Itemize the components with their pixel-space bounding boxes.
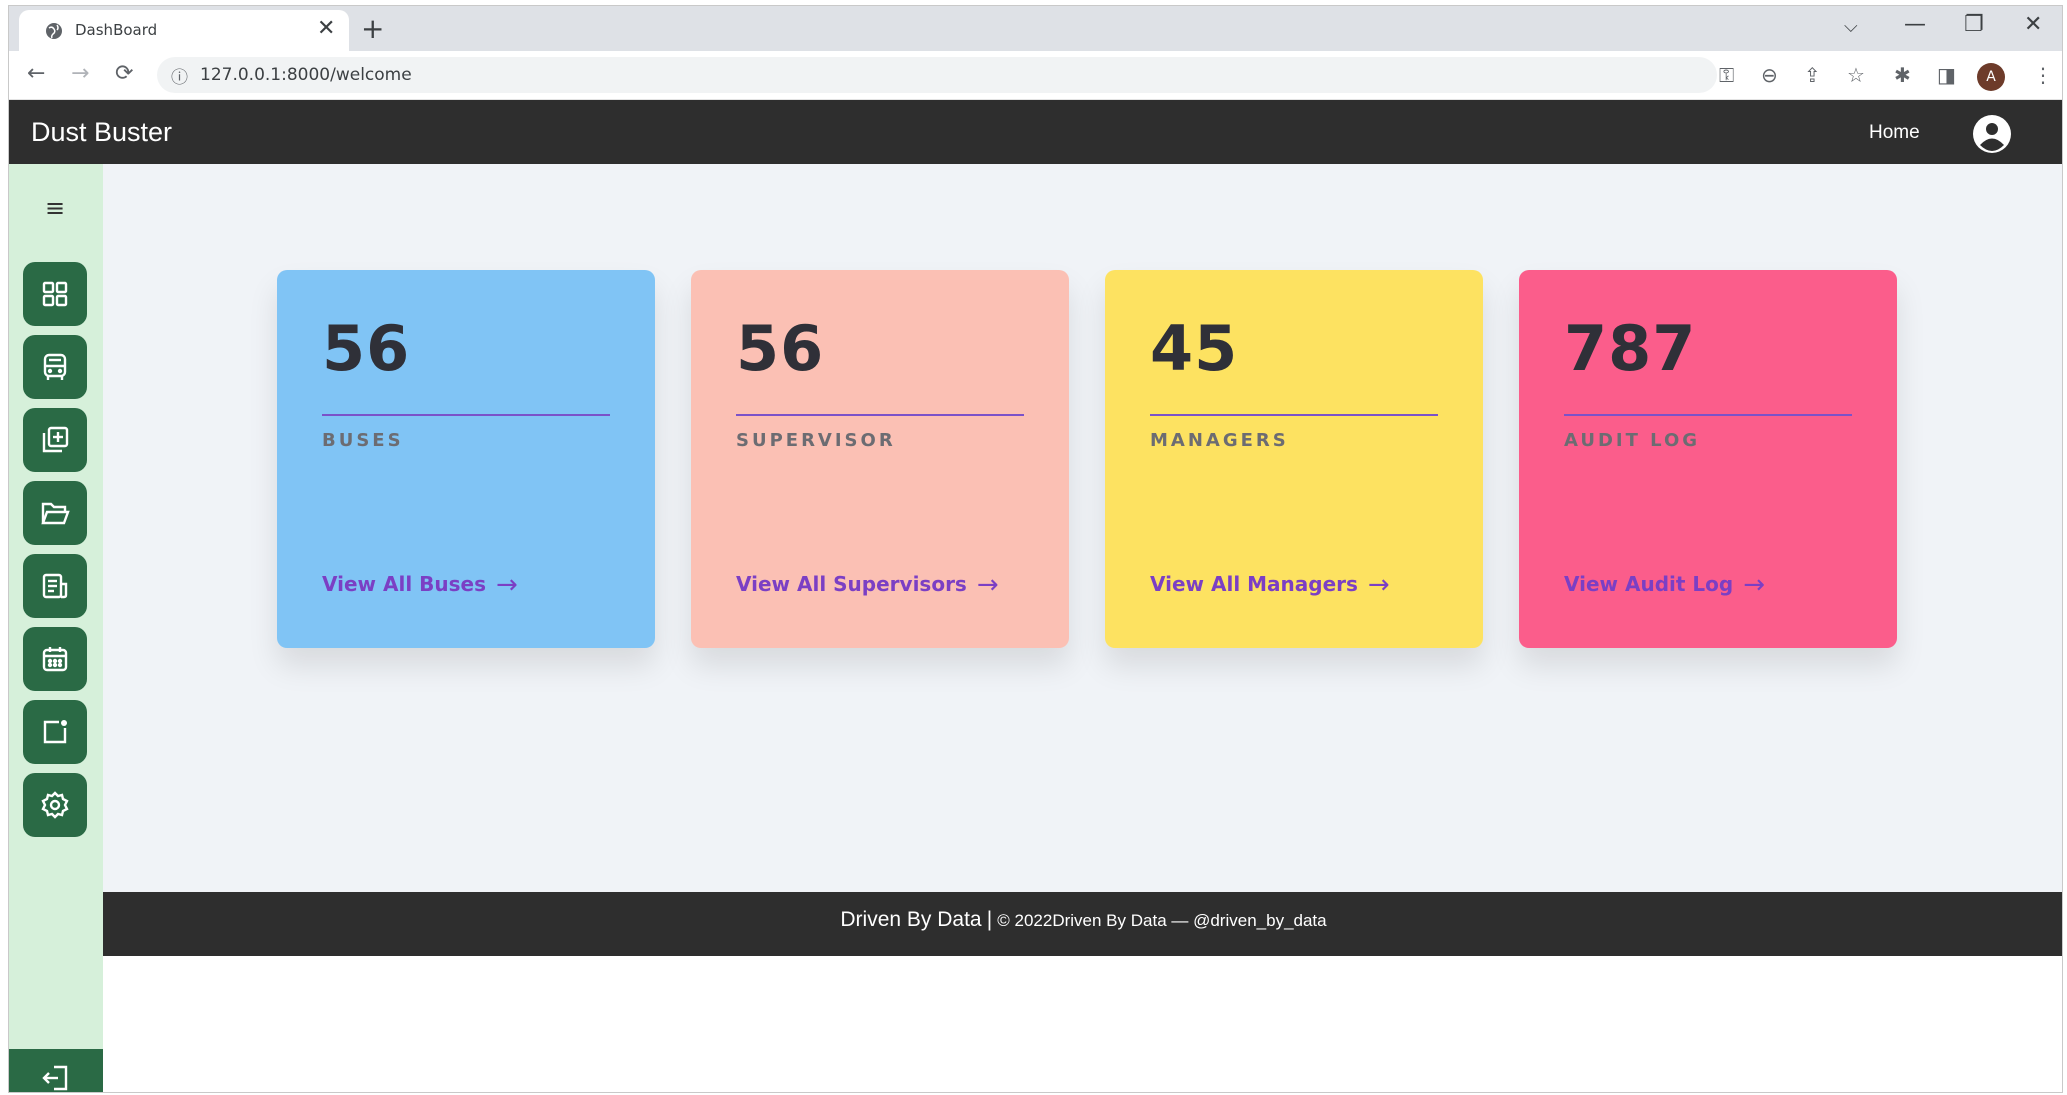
document-icon — [42, 573, 68, 599]
link-text: View All Supervisors — [736, 572, 967, 596]
arrow-right-icon: → — [1743, 570, 1765, 600]
sidebar-item-dashboard[interactable] — [23, 262, 87, 326]
sidebar-item-calendar[interactable] — [23, 627, 87, 691]
notification-box-icon — [43, 720, 67, 744]
view-audit-log-link[interactable]: View Audit Log → — [1564, 568, 1765, 600]
card-divider — [736, 414, 1024, 416]
link-text: View All Buses — [322, 572, 486, 596]
settings-gear-icon — [41, 791, 69, 819]
url-text: 127.0.0.1:8000/welcome — [200, 65, 412, 85]
extensions-puzzle-icon[interactable]: ✱ — [1894, 63, 1911, 87]
dashboard-main: 56 BUSES View All Buses → 56 SUPERVISOR V… — [103, 164, 2062, 892]
app-header: Dust Buster Home — [9, 100, 2062, 164]
supervisor-count: 56 — [736, 312, 825, 385]
footer-separator: | — [986, 908, 993, 931]
sidebar-item-reports[interactable] — [23, 554, 87, 618]
calendar-icon — [42, 647, 68, 672]
bus-icon — [43, 353, 67, 380]
tab-close-icon[interactable]: ✕ — [317, 16, 335, 41]
sidebar-item-add[interactable] — [23, 408, 87, 472]
card-divider — [322, 414, 610, 416]
tab-search-icon[interactable]: ⌵ — [1844, 16, 1858, 37]
audit-log-label: AUDIT LOG — [1564, 430, 1701, 451]
arrow-right-icon: → — [1367, 570, 1390, 600]
browser-tab[interactable]: DashBoard ✕ — [19, 10, 349, 51]
page-footer: Driven By Data | © 2022Driven By Data — … — [103, 892, 2062, 956]
close-window-button[interactable]: ✕ — [2024, 12, 2042, 37]
buses-count: 56 — [322, 312, 411, 385]
footer-copyright: © 2022Driven By Data — @driven_by_data — [997, 911, 1327, 930]
user-account-icon[interactable] — [1972, 114, 2012, 154]
logout-button[interactable] — [9, 1049, 103, 1092]
link-text: View All Managers — [1150, 572, 1358, 596]
view-all-supervisors-link[interactable]: View All Supervisors → — [736, 568, 999, 600]
card-divider — [1564, 414, 1852, 416]
tab-strip: DashBoard ✕ + ⌵ — ❐ ✕ — [9, 6, 2062, 51]
dashboard-grid-icon — [42, 281, 68, 307]
sidebar-item-buses[interactable] — [23, 335, 87, 399]
forward-arrow-icon[interactable]: → — [71, 61, 89, 86]
link-text: View Audit Log — [1564, 572, 1734, 596]
managers-label: MANAGERS — [1150, 430, 1289, 451]
bookmark-star-icon[interactable]: ☆ — [1847, 63, 1865, 87]
sidebar-item-notifications[interactable] — [23, 700, 87, 764]
sidebar-item-settings[interactable] — [23, 773, 87, 837]
brand-title[interactable]: Dust Buster — [31, 117, 172, 148]
buses-label: BUSES — [322, 430, 404, 451]
sidebar-item-folders[interactable] — [23, 481, 87, 545]
new-tab-button[interactable]: + — [361, 12, 384, 45]
card-divider — [1150, 414, 1438, 416]
add-copy-icon — [42, 426, 69, 453]
footer-brand: Driven By Data — [840, 908, 982, 931]
minimize-button[interactable]: — — [1904, 12, 1926, 37]
audit-log-count: 787 — [1564, 312, 1697, 385]
sidebar: ≡ — [9, 164, 103, 1092]
folder-open-icon — [41, 502, 70, 525]
zoom-icon[interactable]: ⊖ — [1761, 63, 1778, 87]
logout-icon — [42, 1065, 68, 1091]
globe-icon — [46, 23, 62, 39]
profile-avatar[interactable]: A — [1977, 63, 2005, 91]
restore-button[interactable]: ❐ — [1964, 12, 1984, 37]
reload-icon[interactable]: ⟳ — [115, 61, 133, 86]
tab-title: DashBoard — [75, 21, 158, 39]
url-input[interactable]: ⓘ 127.0.0.1:8000/welcome — [157, 57, 1717, 93]
back-arrow-icon[interactable]: ← — [27, 61, 45, 86]
menu-toggle-icon[interactable]: ≡ — [45, 194, 65, 222]
audit-log-card: 787 AUDIT LOG View Audit Log → — [1519, 270, 1897, 648]
side-panel-icon[interactable]: ◨ — [1937, 63, 1956, 87]
nav-home-link[interactable]: Home — [1869, 122, 1920, 144]
buses-card: 56 BUSES View All Buses → — [277, 270, 655, 648]
share-icon[interactable]: ⇪ — [1804, 63, 1821, 87]
managers-count: 45 — [1150, 312, 1239, 385]
arrow-right-icon: → — [496, 570, 518, 600]
view-all-managers-link[interactable]: View All Managers → — [1150, 568, 1390, 600]
supervisor-card: 56 SUPERVISOR View All Supervisors → — [691, 270, 1069, 648]
managers-card: 45 MANAGERS View All Managers → — [1105, 270, 1483, 648]
supervisor-label: SUPERVISOR — [736, 430, 896, 451]
view-all-buses-link[interactable]: View All Buses → — [322, 568, 518, 600]
arrow-right-icon: → — [976, 570, 999, 600]
browser-window: DashBoard ✕ + ⌵ — ❐ ✕ ← → ⟳ ⓘ 127.0.0.1:… — [8, 5, 2063, 1093]
key-icon[interactable]: ⚿ — [1719, 63, 1734, 87]
site-info-icon[interactable]: ⓘ — [171, 63, 188, 88]
address-bar: ← → ⟳ ⓘ 127.0.0.1:8000/welcome ⚿ ⊖ ⇪ ☆ ✱… — [9, 51, 2062, 100]
more-menu-icon[interactable]: ⋮ — [2033, 63, 2053, 87]
